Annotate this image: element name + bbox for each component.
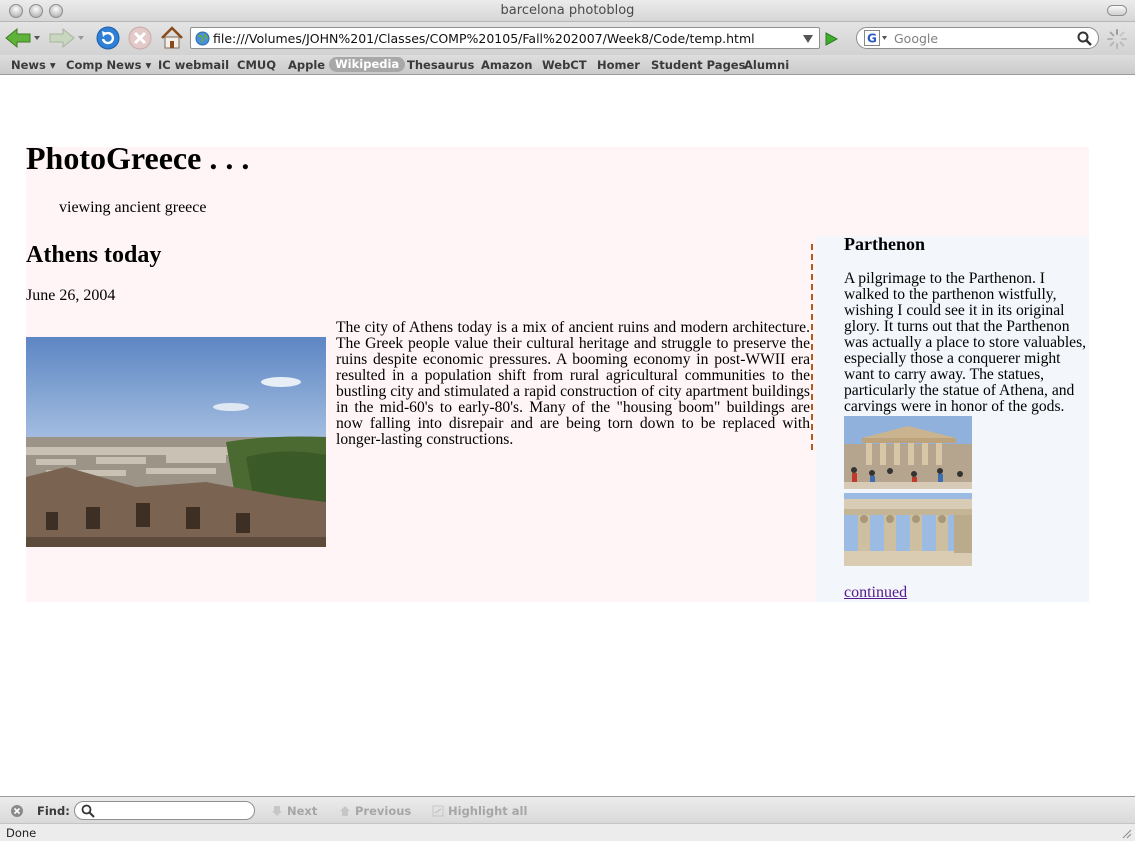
reload-button[interactable] [94,25,122,51]
forward-arrow-icon [49,27,84,49]
bookmark-apple[interactable]: Apple [288,58,325,72]
bookmark-webct[interactable]: WebCT [542,58,587,72]
find-previous-label: Previous [355,804,412,818]
bookmark-amazon[interactable]: Amazon [481,58,532,72]
resize-grip-icon[interactable] [1120,827,1132,839]
reload-icon [96,26,120,50]
stop-button[interactable] [126,25,154,51]
google-engine-icon[interactable]: G [864,30,888,46]
find-next-button[interactable]: Next [271,804,317,818]
bookmark-thesaurus[interactable]: Thesaurus [407,58,474,72]
status-text: Done [6,826,37,840]
post-body: The city of Athens today is a mix of anc… [336,319,810,448]
post-title: Athens today [26,242,162,268]
caryatids-photo[interactable] [844,493,972,566]
column-divider [811,244,813,450]
highlight-all-button[interactable]: Highlight all [432,804,527,818]
search-box[interactable]: G Google [856,27,1099,49]
sidebar-body: A pilgrimage to the Parthenon. I walked … [844,270,1087,415]
find-previous-button[interactable]: Previous [339,804,411,818]
toolbar-toggle-button[interactable] [1107,5,1127,16]
site-title: PhotoGreece . . . [26,140,250,176]
sidebar-title: Parthenon [844,234,925,254]
go-arrow-icon [825,32,839,46]
go-button[interactable] [822,29,842,49]
bookmark-ic-webmail[interactable]: IC webmail [158,58,229,72]
bookmark-wikipedia[interactable]: Wikipedia [329,57,406,72]
url-dropdown-icon[interactable] [803,35,813,43]
bookmark-alumni[interactable]: Alumni [744,58,789,72]
search-icon[interactable] [1077,31,1092,46]
highlight-icon [432,805,444,817]
url-text: file:///Volumes/JOHN%201/Classes/COMP%20… [213,31,755,46]
globe-icon [195,31,210,46]
bookmark-news[interactable]: News ▾ [11,58,56,72]
caryatids-image [844,493,972,566]
window-title: barcelona photoblog [500,3,635,18]
parthenon-image [844,416,972,489]
magnifier-icon [81,804,95,818]
bookmarks-toolbar: News ▾ Comp News ▾ IC webmail CMUQ Apple… [0,55,1135,75]
home-button[interactable] [158,25,186,51]
bookmark-comp-news[interactable]: Comp News ▾ [66,58,151,72]
parthenon-photo[interactable] [844,416,972,489]
stop-icon [128,26,152,50]
bookmark-homer[interactable]: Homer [597,58,640,72]
back-button[interactable] [4,25,42,51]
spinner-icon [1107,29,1127,49]
up-arrow-icon [340,806,350,816]
activity-throbber [1106,28,1128,50]
find-input[interactable] [74,801,255,820]
svg-text:G: G [867,32,877,46]
search-placeholder: Google [894,31,939,46]
address-bar[interactable]: file:///Volumes/JOHN%201/Classes/COMP%20… [190,27,820,49]
back-arrow-icon [5,27,40,49]
highlight-all-label: Highlight all [448,804,528,818]
athens-photo [26,337,326,547]
find-bar: Find: Next Previous Highlight all [0,796,1135,823]
site-tagline: viewing ancient greece [59,199,207,216]
continued-link[interactable]: continued [844,584,907,602]
close-find-bar-icon[interactable] [10,804,24,818]
bookmark-cmuq[interactable]: CMUQ [237,58,276,72]
window-titlebar: barcelona photoblog [0,0,1135,22]
down-arrow-icon [272,806,282,816]
forward-button[interactable] [48,25,86,51]
status-bar: Done [0,823,1135,841]
home-icon [161,26,183,49]
find-label: Find: [37,804,70,818]
find-next-label: Next [287,804,318,818]
post-date: June 26, 2004 [26,287,116,304]
bookmark-student-pages[interactable]: Student Pages [651,58,745,72]
web-page: PhotoGreece . . . viewing ancient greece… [0,76,1135,796]
athens-cityscape-image [26,337,326,547]
